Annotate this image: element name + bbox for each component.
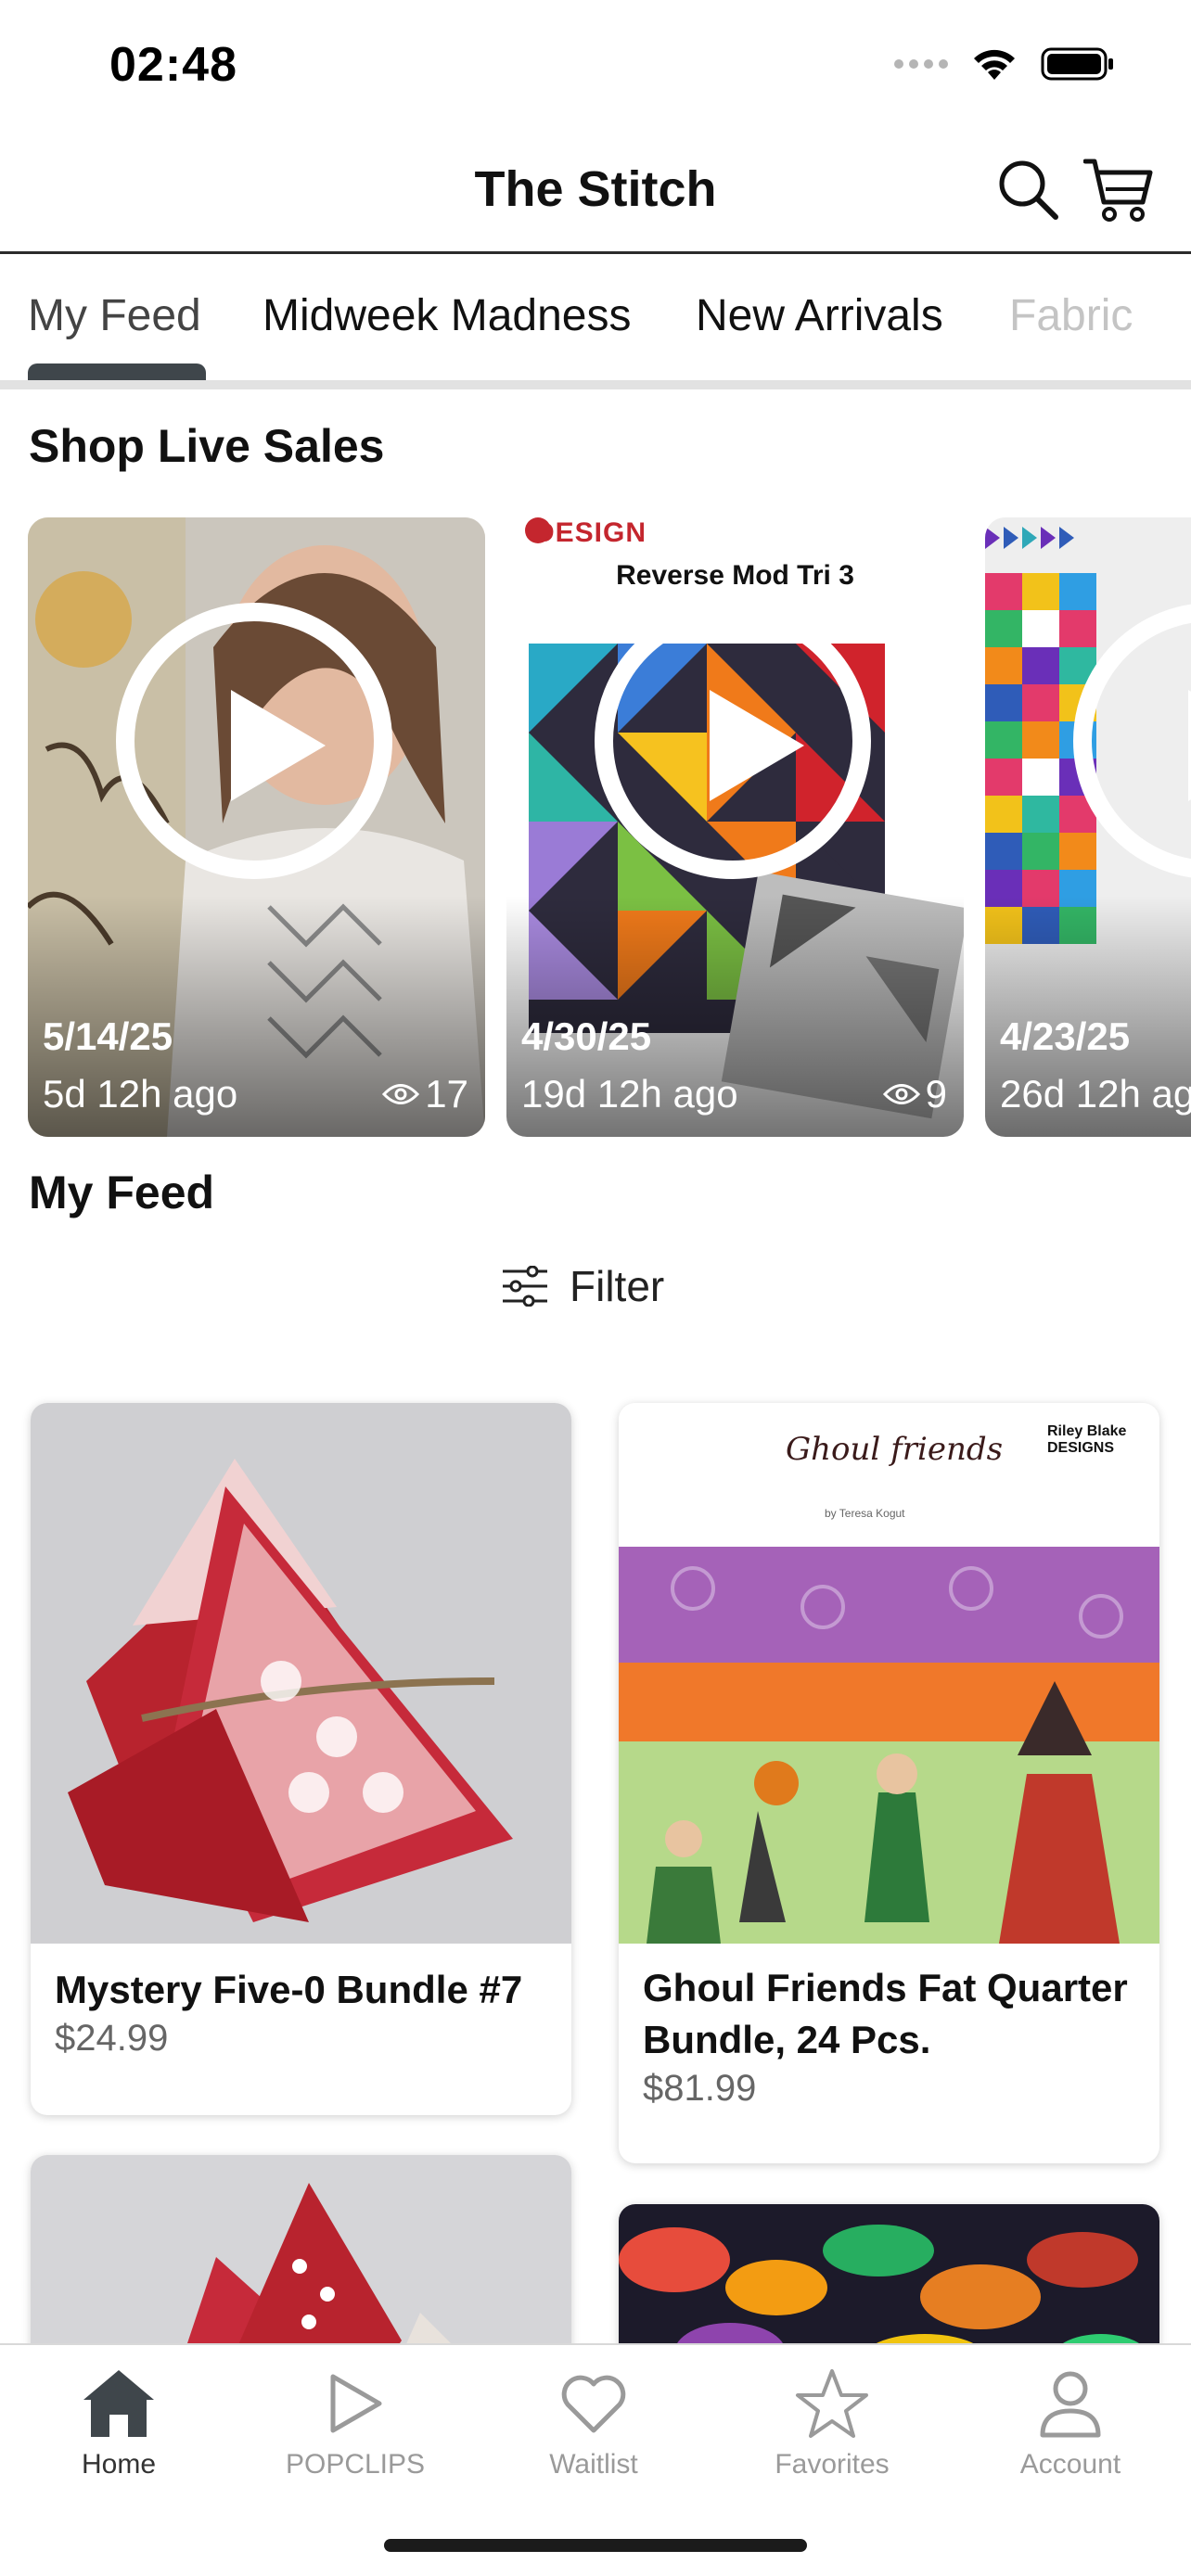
live-sale-card[interactable]: DESIGN Reverse Mod Tri 3 4/30/25 19d 12h…	[506, 517, 964, 1137]
play-button[interactable]	[116, 603, 392, 879]
status-bar: 02:48	[0, 0, 1191, 130]
live-sale-date: 4/23/25	[1000, 1014, 1131, 1058]
product-image: Ghoul friends by Teresa Kogut Riley Blak…	[619, 1403, 1159, 1944]
product-image	[31, 1403, 571, 1944]
filter-button[interactable]: Filter	[501, 1261, 664, 1311]
battery-icon	[1041, 47, 1113, 81]
eye-icon	[882, 1084, 920, 1104]
feed-title: My Feed	[29, 1167, 215, 1218]
filter-label: Filter	[570, 1262, 665, 1310]
tabbar-label: Favorites	[775, 2449, 890, 2480]
live-sale-date: 4/30/25	[521, 1014, 652, 1058]
tabbar-label: Home	[81, 2449, 157, 2480]
filter-sliders-icon	[503, 1266, 547, 1307]
play-button[interactable]	[595, 603, 871, 879]
product-name: Ghoul Friends Fat Quarter Bundle, 24 Pcs…	[643, 1966, 1128, 2061]
logo-text: DESIGN	[534, 517, 647, 548]
fabric-bundle-image	[31, 1403, 571, 1944]
live-sale-card[interactable]: 5/14/25 5d 12h ago 17	[28, 517, 485, 1137]
tabbar-label: Waitlist	[549, 2449, 638, 2480]
live-sale-card[interactable]: 4/23/25 26d 12h ago	[985, 517, 1191, 1137]
search-button[interactable]	[992, 154, 1063, 224]
cart-button[interactable]	[1083, 154, 1154, 224]
tabbar-waitlist[interactable]: Waitlist	[501, 2362, 686, 2480]
live-sale-age: 19d 12h ago	[521, 1072, 738, 1116]
cellular-signal-icon	[894, 59, 948, 69]
person-icon	[1040, 2371, 1101, 2438]
view-count: 17	[425, 1072, 468, 1116]
tabbar-label: Account	[1019, 2449, 1121, 2480]
home-indicator[interactable]	[384, 2539, 807, 2552]
live-sales-title: Shop Live Sales	[29, 420, 385, 472]
product-price: $24.99	[55, 2018, 169, 2059]
product-image-title: Ghoul friends	[786, 1431, 1004, 1468]
live-sale-age: 26d 12h ago	[1000, 1072, 1191, 1116]
eye-icon	[382, 1084, 420, 1104]
live-sale-date: 5/14/25	[43, 1014, 173, 1058]
status-time: 02:48	[109, 38, 237, 92]
play-icon	[330, 2374, 382, 2433]
heart-icon	[561, 2375, 626, 2433]
product-name: Mystery Five-0 Bundle #7	[55, 1968, 523, 2011]
product-card[interactable]: Mystery Five-0 Bundle #7 $24.99	[31, 1403, 571, 2115]
live-sale-age: 5d 12h ago	[43, 1072, 238, 1116]
app-header: The Stitch	[0, 130, 1191, 254]
live-sale-views: 9	[882, 1072, 947, 1116]
brand-logo-text: Riley Blake DESIGNS	[1047, 1423, 1127, 1456]
status-icons	[894, 46, 1115, 82]
wifi-icon	[974, 49, 1015, 80]
tabbar-label: POPCLIPS	[285, 2449, 426, 2480]
view-count: 9	[925, 1072, 947, 1116]
tabbar-popclips[interactable]: POPCLIPS	[263, 2362, 448, 2480]
tabbar-account[interactable]: Account	[978, 2362, 1163, 2480]
home-icon	[83, 2370, 154, 2437]
product-card[interactable]: Ghoul friends by Teresa Kogut Riley Blak…	[619, 1403, 1159, 2163]
active-tab-indicator	[28, 363, 206, 380]
tab-midweek-madness[interactable]: Midweek Madness	[263, 290, 632, 341]
tab-my-feed[interactable]: My Feed	[28, 290, 201, 341]
search-icon	[999, 160, 1058, 220]
cart-icon	[1083, 159, 1153, 222]
tab-new-arrivals[interactable]: New Arrivals	[696, 290, 943, 341]
fabric-bundle-image	[619, 1403, 1159, 1944]
star-icon	[796, 2369, 868, 2438]
play-icon	[231, 690, 326, 801]
play-icon	[710, 690, 804, 801]
thumbnail-caption: Reverse Mod Tri 3	[616, 560, 854, 591]
tabbar-home[interactable]: Home	[26, 2362, 211, 2480]
tab-fabric[interactable]: Fabric	[1009, 290, 1133, 341]
category-tabs: My Feed Midweek Madness New Arrivals Fab…	[0, 257, 1191, 389]
live-sales-carousel[interactable]: 5/14/25 5d 12h ago 17 DESIGN Reverse Mod…	[28, 517, 1191, 1139]
live-sale-views: 17	[382, 1072, 468, 1116]
product-price: $81.99	[643, 2068, 757, 2109]
tabbar-favorites[interactable]: Favorites	[739, 2362, 925, 2480]
product-image-byline: by Teresa Kogut	[825, 1507, 905, 1520]
